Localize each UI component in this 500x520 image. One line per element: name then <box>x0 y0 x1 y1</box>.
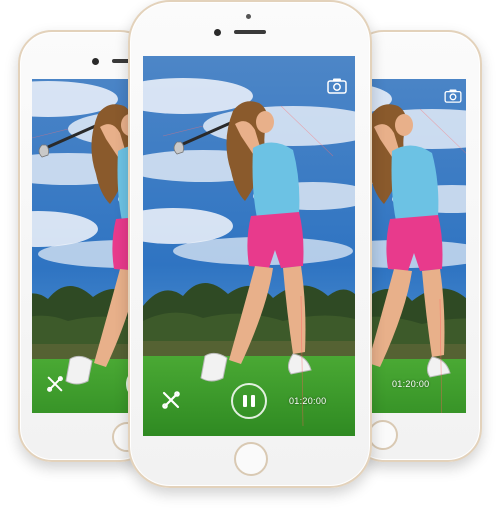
phone-center: 01:20:00 <box>128 0 372 488</box>
pause-button[interactable] <box>231 383 267 419</box>
tools-icon[interactable] <box>161 390 181 410</box>
time-readout: 01:20:00 <box>392 379 430 389</box>
video-screen: 01:20:00 <box>143 56 355 436</box>
time-readout: 01:20:00 <box>289 396 327 406</box>
earpiece-speaker <box>234 30 266 34</box>
tools-icon[interactable] <box>46 375 64 393</box>
golf-video-frame <box>143 56 355 436</box>
camera-icon[interactable] <box>444 89 462 103</box>
proximity-sensor <box>246 14 251 19</box>
front-camera <box>214 29 221 36</box>
home-button[interactable] <box>234 442 268 476</box>
home-button[interactable] <box>368 420 398 450</box>
front-camera <box>92 58 99 65</box>
camera-icon[interactable] <box>327 78 347 94</box>
